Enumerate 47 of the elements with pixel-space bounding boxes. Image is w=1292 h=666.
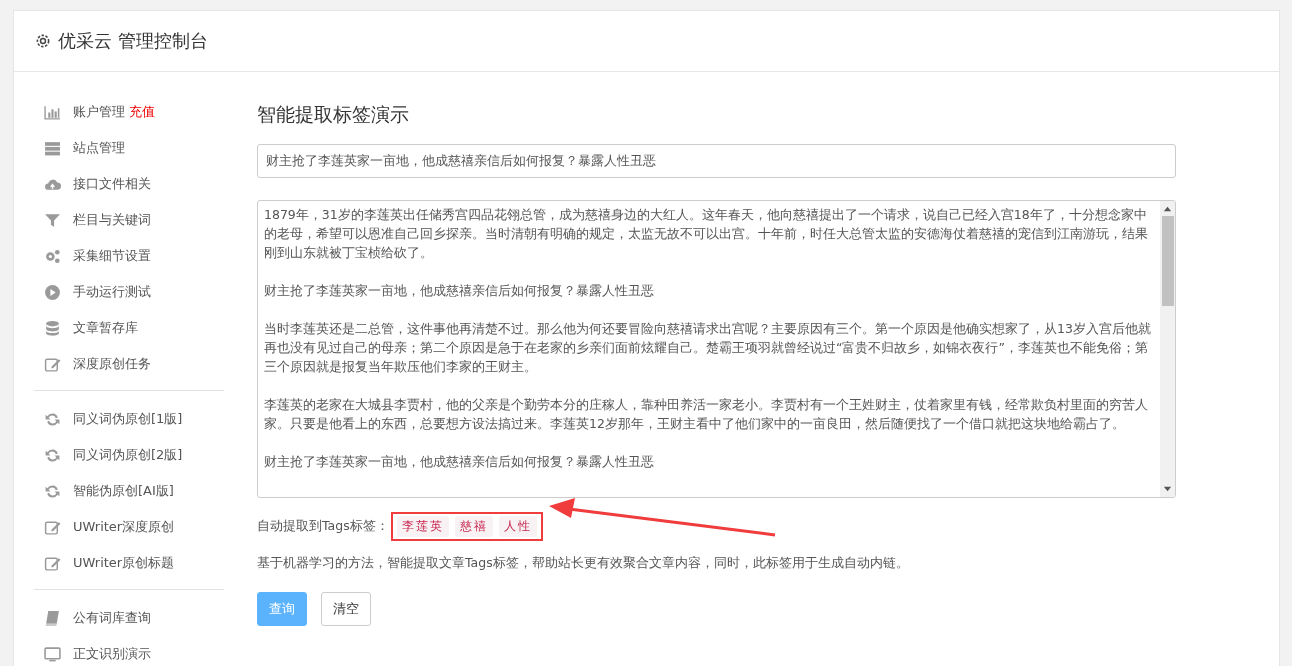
sidebar-item[interactable]: 手动运行测试 — [73, 283, 151, 301]
database-icon — [44, 319, 61, 337]
tags-label: 自动提取到Tags标签： — [257, 518, 389, 535]
filter-icon — [44, 211, 61, 229]
clear-button[interactable]: 清空 — [321, 592, 371, 626]
play-icon — [44, 283, 61, 301]
monitor-icon — [44, 645, 61, 663]
content-text-area[interactable] — [257, 200, 1176, 498]
tag: 李莲英 — [396, 516, 449, 537]
edit-icon — [44, 518, 61, 536]
article-paragraph: 李莲英的老家在大城县李贾村，他的父亲是个勤劳本分的庄稼人，靠种田养活一家老小。李贾村有一个王姓财主，仗着家里有钱，经常欺负村里面的穷苦人家。只要是他看上的东西，总要想方设法搞过来。李莲英12岁那年，王财主看中了他们家中的一亩良田，然后随便找了一个借口就把这块地给霸占了。 — [264, 396, 1149, 433]
sidebar-item[interactable]: 站点管理 — [73, 139, 125, 157]
tag: 人性 — [498, 516, 537, 537]
bar-chart-icon — [44, 103, 61, 121]
recharge-link[interactable]: 充值 — [129, 103, 155, 121]
sidebar-item[interactable]: 正文识别演示 — [73, 645, 151, 663]
edit-icon — [44, 355, 61, 373]
scroll-up-icon[interactable] — [1163, 205, 1172, 214]
console-title: 优采云 管理控制台 — [58, 29, 208, 53]
sidebar-item[interactable]: 同义词伪原创[2版] — [73, 446, 183, 464]
description-text: 基于机器学习的方法，智能提取文章Tags标签，帮助站长更有效聚合文章内容，同时，此标签用于生成自动内链。 — [257, 555, 910, 572]
sidebar-item[interactable]: 公有词库查询 — [73, 609, 151, 627]
title-input-field[interactable]: 财主抢了李莲英家一亩地，他成慈禧亲信后如何报复？暴露人性丑恶 — [257, 144, 1176, 178]
server-icon — [44, 139, 61, 157]
page-heading: 智能提取标签演示 — [257, 102, 410, 127]
article-paragraph: 财主抢了李莲英家一亩地，他成慈禧亲信后如何报复？暴露人性丑恶 — [264, 282, 655, 300]
book-icon — [44, 609, 61, 627]
sidebar-item[interactable]: 栏目与关键词 — [73, 211, 151, 229]
settings-icon — [34, 32, 52, 50]
sidebar-item[interactable]: 同义词伪原创[1版] — [73, 410, 183, 428]
edit-icon — [44, 554, 61, 572]
sidebar-item[interactable]: 接口文件相关 — [73, 175, 151, 193]
sidebar-item[interactable]: 账户管理 — [73, 103, 125, 121]
sidebar-item[interactable]: 智能伪原创[AI版] — [73, 482, 174, 500]
tag: 慈禧 — [454, 516, 493, 537]
scrollbar[interactable] — [1160, 201, 1175, 497]
article-paragraph: 1879年，31岁的李莲英出任储秀宫四品花翎总管，成为慈禧身边的大红人。这年春天，他向慈禧提出了一个请求，说自己已经入宫18年了，十分想念家中的老母，希望可以恩准自己回乡探亲。当时清朝有明确的规定，太监无故不可以出宫。十年前，时任大总管太监的安德海仗着慈禧的宠信到江南游玩，结果刚到山东就被丁宝桢给砍了。 — [264, 206, 1149, 262]
article-paragraph: 财主抢了李莲英家一亩地，他成慈禧亲信后如何报复？暴露人性丑恶 — [264, 453, 655, 471]
sidebar-item[interactable]: 深度原创任务 — [73, 355, 151, 373]
sidebar-item[interactable]: 文章暂存库 — [73, 319, 138, 337]
sidebar-item[interactable]: UWriter原创标题 — [73, 554, 175, 572]
gears-icon — [44, 247, 61, 265]
article-paragraph: 当时李莲英还是二总管，这件事他再清楚不过。那么他为何还要冒险向慈禧请求出宫呢？主要原因有三个。第一个原因是他确实想家了，从13岁入宫后他就再也没有见过自己的母亲；第二个原因是急于在老家的乡亲们面前炫耀自己。楚霸王项羽就曾经说过“富贵不归故乡，如锦衣夜行”，李莲英也不能免俗；第三个原因就是报复当年欺压他们李家的王财主。 — [264, 320, 1152, 376]
sidebar-item[interactable]: 采集细节设置 — [73, 247, 151, 265]
sidebar-item[interactable]: UWriter深度原创 — [73, 518, 175, 536]
scroll-down-icon[interactable] — [1163, 484, 1172, 493]
scrollbar-thumb[interactable] — [1161, 216, 1174, 306]
